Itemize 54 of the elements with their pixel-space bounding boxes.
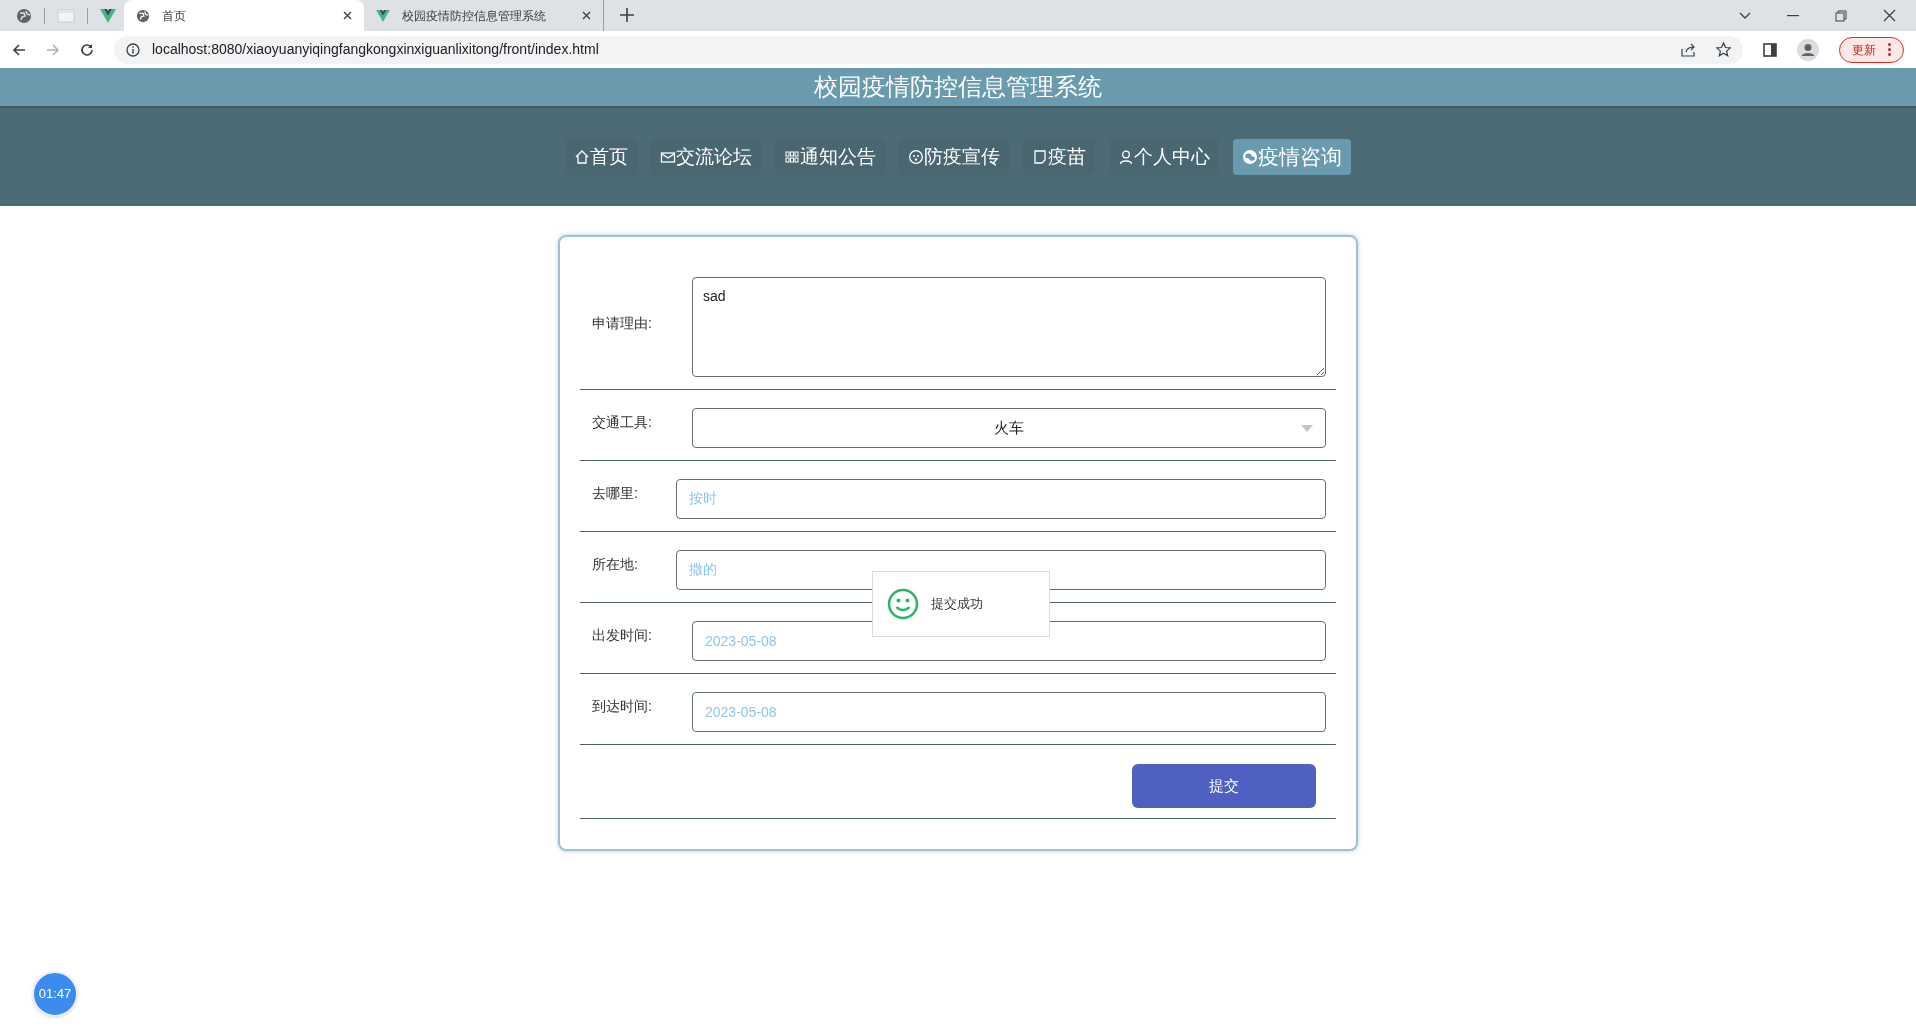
field-label: 所在地: [592,555,639,574]
v-logo-icon [376,9,390,22]
share-icon[interactable] [1681,42,1696,57]
toast-text: 提交成功 [931,595,983,614]
chevron-down-icon[interactable] [1739,11,1751,20]
person-icon [1118,149,1134,165]
star-icon[interactable] [1716,42,1731,57]
nav-tab[interactable]: 疫情咨询 [1233,139,1351,175]
v-logo-icon[interactable] [100,8,116,23]
globe-icon [136,8,150,23]
site-title: 校园疫情防控信息管理系统 [814,75,1102,99]
side-panel-icon[interactable] [1763,42,1777,57]
grid-icon [784,149,800,165]
minimize-icon[interactable] [1787,14,1799,17]
url-text: localhost:8080/xiaoyuanyiqingfangkongxinxiguanlixitong/front/index.html [152,40,599,59]
nav-tab[interactable]: 通知公告 [775,139,885,175]
envelope-icon [660,149,676,165]
nav-tab[interactable]: 疫苗 [1023,139,1095,175]
reload-icon[interactable] [80,42,94,57]
field-label: 出发时间: [592,626,653,645]
nav-tab[interactable]: 首页 [565,139,637,175]
close-icon[interactable] [343,11,352,20]
nav-tab[interactable]: 个人中心 [1109,139,1219,175]
close-icon[interactable] [582,11,591,20]
browser-tab[interactable]: 首页 [124,0,364,31]
nav-tab[interactable]: 防疫宣传 [899,139,1009,175]
reason-textarea[interactable]: sad [692,277,1326,377]
field-label: 交通工具: [592,413,653,432]
timer-badge[interactable]: 01:47 [32,971,78,1017]
more-icon [1888,43,1891,56]
globe-icon[interactable] [16,7,32,24]
update-label: 更新 [1852,41,1876,59]
nav-tab[interactable]: 交流论坛 [651,139,761,175]
chat-bubbles-icon [1242,149,1258,165]
field-label: 去哪里: [592,484,639,503]
new-tab-icon[interactable] [620,8,634,22]
back-arrow-icon[interactable] [12,42,26,57]
transport-select[interactable]: 火车 [692,408,1326,448]
face-icon [908,149,924,165]
address-bar[interactable]: localhost:8080/xiaoyuanyiqingfangkongxinxiguanlixitong/front/index.html [114,35,1743,64]
field-label: 申请理由: [592,314,653,333]
close-icon[interactable] [1883,9,1896,22]
house-icon [574,149,590,165]
update-button[interactable]: 更新 [1839,36,1904,63]
tab-title: 校园疫情防控信息管理系统 [402,7,547,25]
document-icon [1032,149,1048,165]
dropdown-caret-icon [1301,424,1313,432]
tab-title: 首页 [162,7,187,25]
info-icon[interactable] [126,42,140,57]
submit-button[interactable]: 提交 [1132,764,1316,808]
smiley-icon [887,588,919,620]
field-label: 到达时间: [592,697,653,716]
restore-icon[interactable] [1835,9,1847,22]
profile-avatar-icon[interactable] [1797,38,1819,61]
